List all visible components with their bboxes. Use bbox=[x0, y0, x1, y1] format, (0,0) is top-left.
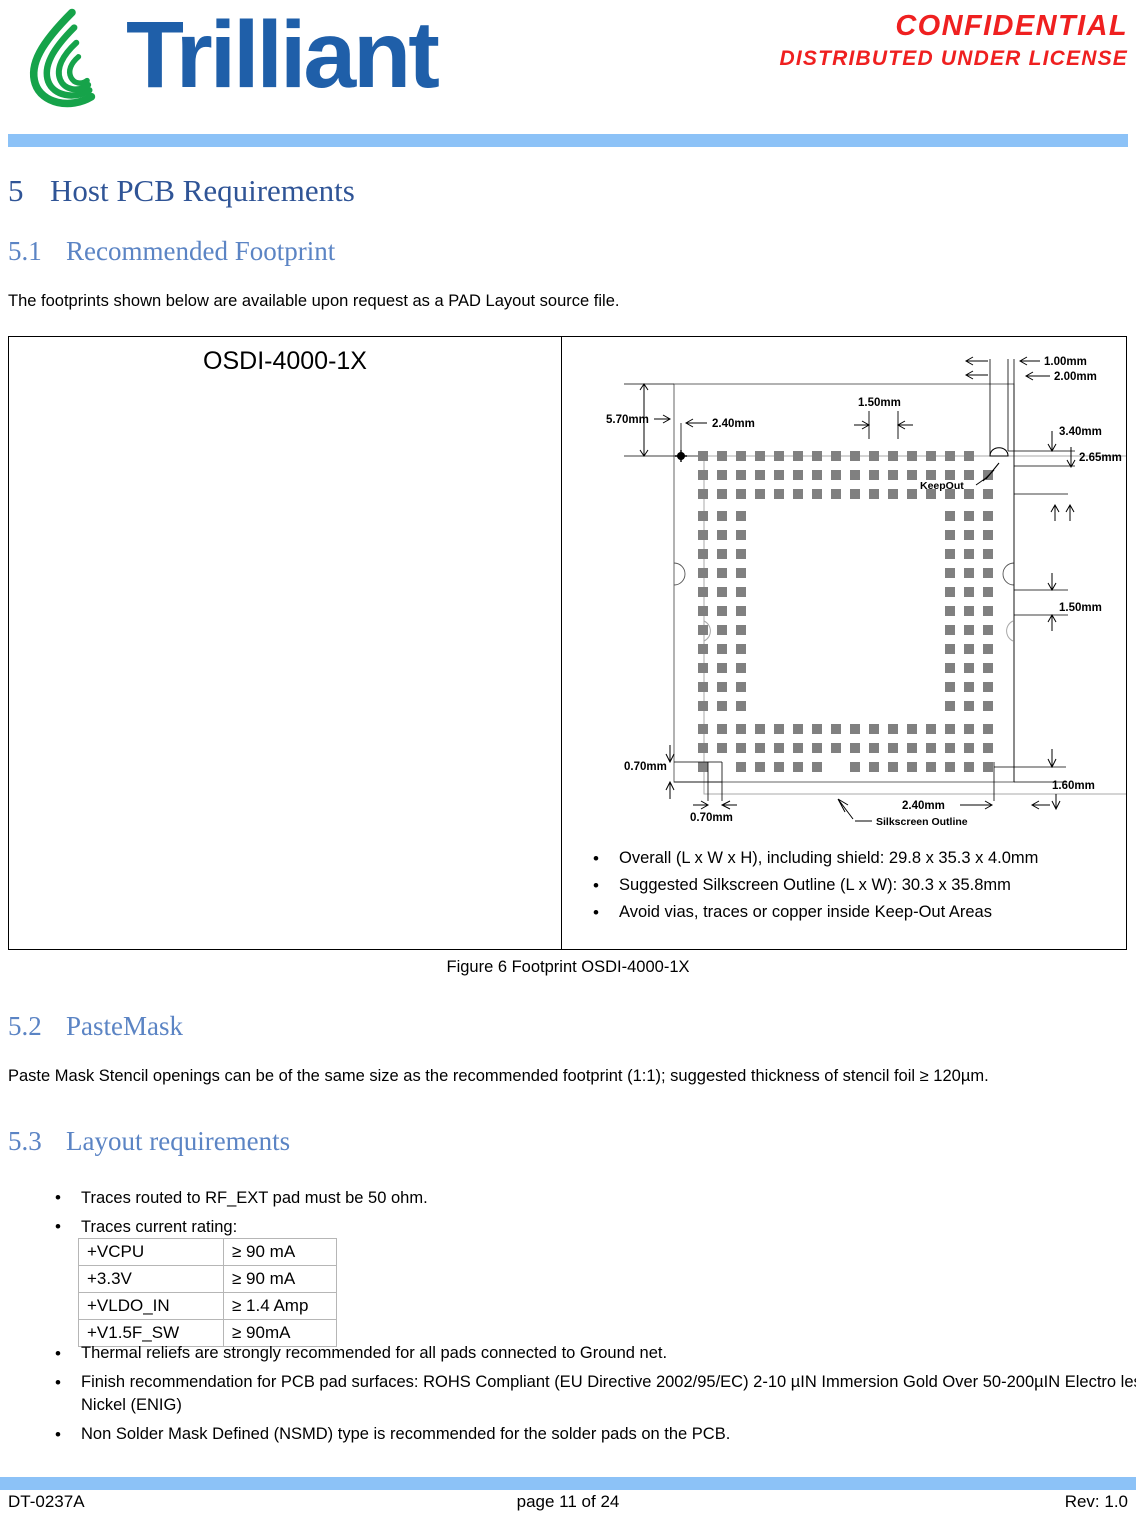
list-item: Thermal reliefs are strongly recommended… bbox=[55, 1342, 1136, 1371]
page-body: 5 Host PCB Requirements 5.1 Recommended Fo… bbox=[0, 147, 1136, 312]
section-title-5-1: Recommended Footprint bbox=[66, 236, 336, 266]
footprint-bullet-list: Overall (L x W x H), including shield: 2… bbox=[584, 845, 1136, 926]
page-footer: DT-0237A page 11 of 24 Rev: 1.0 bbox=[0, 1492, 1136, 1526]
traces-current-rating-table: +VCPU ≥ 90 mA +3.3V ≥ 90 mA +VLDO_IN ≥ 1… bbox=[78, 1238, 337, 1347]
rail-rating: ≥ 1.4 Amp bbox=[223, 1292, 337, 1320]
revision-label: Rev: 1.0 bbox=[1064, 1492, 1128, 1511]
rail-name: +VLDO_IN bbox=[78, 1292, 224, 1320]
list-item: Suggested Silkscreen Outline (L x W): 30… bbox=[593, 872, 1136, 899]
rail-rating: ≥ 90 mA bbox=[223, 1238, 337, 1266]
table-row: +VLDO_IN ≥ 1.4 Amp bbox=[78, 1292, 337, 1320]
brand-logo: Trilliant bbox=[18, 4, 578, 116]
section-heading-5-2: 5.2 PasteMask bbox=[0, 985, 1136, 1043]
section-title-5-2: PasteMask bbox=[66, 1011, 183, 1041]
dim-1-00mm: 1.00mm bbox=[1044, 356, 1087, 368]
dim-1-60mm: 1.60mm bbox=[1052, 780, 1095, 792]
section-heading-5: 5 Host PCB Requirements bbox=[0, 147, 1136, 210]
section-heading-5-1: 5.1 Recommended Footprint bbox=[0, 210, 1136, 268]
rail-name: +VCPU bbox=[78, 1238, 224, 1266]
keepout-label: KeepOut bbox=[920, 480, 964, 492]
footer-accent-bar bbox=[0, 1477, 1136, 1490]
list-item: Finish recommendation for PCB pad surfac… bbox=[55, 1371, 1136, 1423]
dim-3-40mm: 3.40mm bbox=[1059, 426, 1102, 438]
section-title-5: Host PCB Requirements bbox=[50, 173, 355, 208]
list-item: Avoid vias, traces or copper inside Keep… bbox=[593, 899, 1136, 926]
dim-0-70mm-v: 0.70mm bbox=[624, 761, 667, 773]
section-5-2-block: 5.2 PasteMask Paste Mask Stencil openings… bbox=[0, 985, 1136, 1087]
part-number-label: OSDI-4000-1X bbox=[203, 347, 367, 375]
page-number: page 11 of 24 bbox=[516, 1492, 620, 1511]
dim-1-50mm-right: 1.50mm bbox=[1059, 602, 1102, 614]
section-number-5-1: 5.1 bbox=[8, 236, 42, 266]
section-number-5: 5 bbox=[8, 173, 24, 208]
dim-1-50mm-pitch: 1.50mm bbox=[858, 397, 901, 409]
dim-2-40mm-top: 2.40mm bbox=[712, 418, 755, 430]
pad-matrix bbox=[698, 451, 993, 772]
table-row: +3.3V ≥ 90 mA bbox=[78, 1265, 337, 1293]
confidential-notice: CONFIDENTIAL DISTRIBUTED UNDER LICENSE bbox=[688, 8, 1128, 74]
page-header: Trilliant CONFIDENTIAL DISTRIBUTED UNDER… bbox=[0, 0, 1136, 128]
rail-name: +3.3V bbox=[78, 1265, 224, 1293]
dim-5-70mm: 5.70mm bbox=[606, 414, 649, 426]
license-label: DISTRIBUTED UNDER LICENSE bbox=[779, 47, 1128, 70]
list-item: Non Solder Mask Defined (NSMD) type is r… bbox=[55, 1423, 1136, 1452]
header-accent-bar bbox=[8, 134, 1128, 147]
layout-bullets-after: Thermal reliefs are strongly recommended… bbox=[46, 1342, 1136, 1452]
trilliant-spiral-logo-icon bbox=[29, 8, 96, 108]
figure-caption: Figure 6 Footprint OSDI-4000-1X bbox=[446, 958, 690, 976]
list-item: Traces routed to RF_EXT pad must be 50 o… bbox=[55, 1186, 1136, 1215]
intro-paragraph: The footprints shown below are available… bbox=[8, 292, 620, 310]
silkscreen-label: Silkscreen Outline bbox=[876, 816, 968, 828]
dim-0-70mm-h: 0.70mm bbox=[690, 812, 733, 824]
section-number-5-3: 5.3 bbox=[8, 1126, 42, 1156]
dim-2-40mm-bottom: 2.40mm bbox=[902, 800, 945, 812]
footprint-right-cell: 5.70mm 2.40mm 1.50mm 1.00mm 2.00mm 3.40m… bbox=[562, 337, 1128, 949]
dim-2-65mm: 2.65mm bbox=[1079, 452, 1122, 464]
section-heading-5-3: 5.3 Layout requirements bbox=[0, 1100, 1136, 1158]
svg-text:Trilliant: Trilliant bbox=[126, 5, 439, 108]
pastemask-paragraph: Paste Mask Stencil openings can be of th… bbox=[8, 1067, 989, 1085]
list-item: Overall (L x W x H), including shield: 2… bbox=[593, 845, 1136, 872]
trilliant-wordmark: Trilliant bbox=[126, 5, 442, 108]
rail-rating: ≥ 90 mA bbox=[223, 1265, 337, 1293]
dim-2-00mm: 2.00mm bbox=[1054, 371, 1097, 383]
keepout-shape bbox=[989, 447, 1009, 457]
layout-bullets-before: Traces routed to RF_EXT pad must be 50 o… bbox=[46, 1186, 1136, 1244]
footprint-figure-table: OSDI-4000-1X 5.70mm 2.40mm 1.50mm 1.00mm… bbox=[8, 336, 1127, 950]
section-title-5-3: Layout requirements bbox=[66, 1126, 291, 1156]
table-row: +VCPU ≥ 90 mA bbox=[78, 1238, 337, 1266]
section-number-5-2: 5.2 bbox=[8, 1011, 42, 1041]
pcb-footprint-diagram: 5.70mm 2.40mm 1.50mm 1.00mm 2.00mm 3.40m… bbox=[606, 356, 1126, 828]
footprint-left-cell: OSDI-4000-1X bbox=[9, 337, 562, 949]
section-5-3-block: 5.3 Layout requirements bbox=[0, 1100, 1136, 1158]
confidential-label: CONFIDENTIAL bbox=[895, 10, 1128, 42]
